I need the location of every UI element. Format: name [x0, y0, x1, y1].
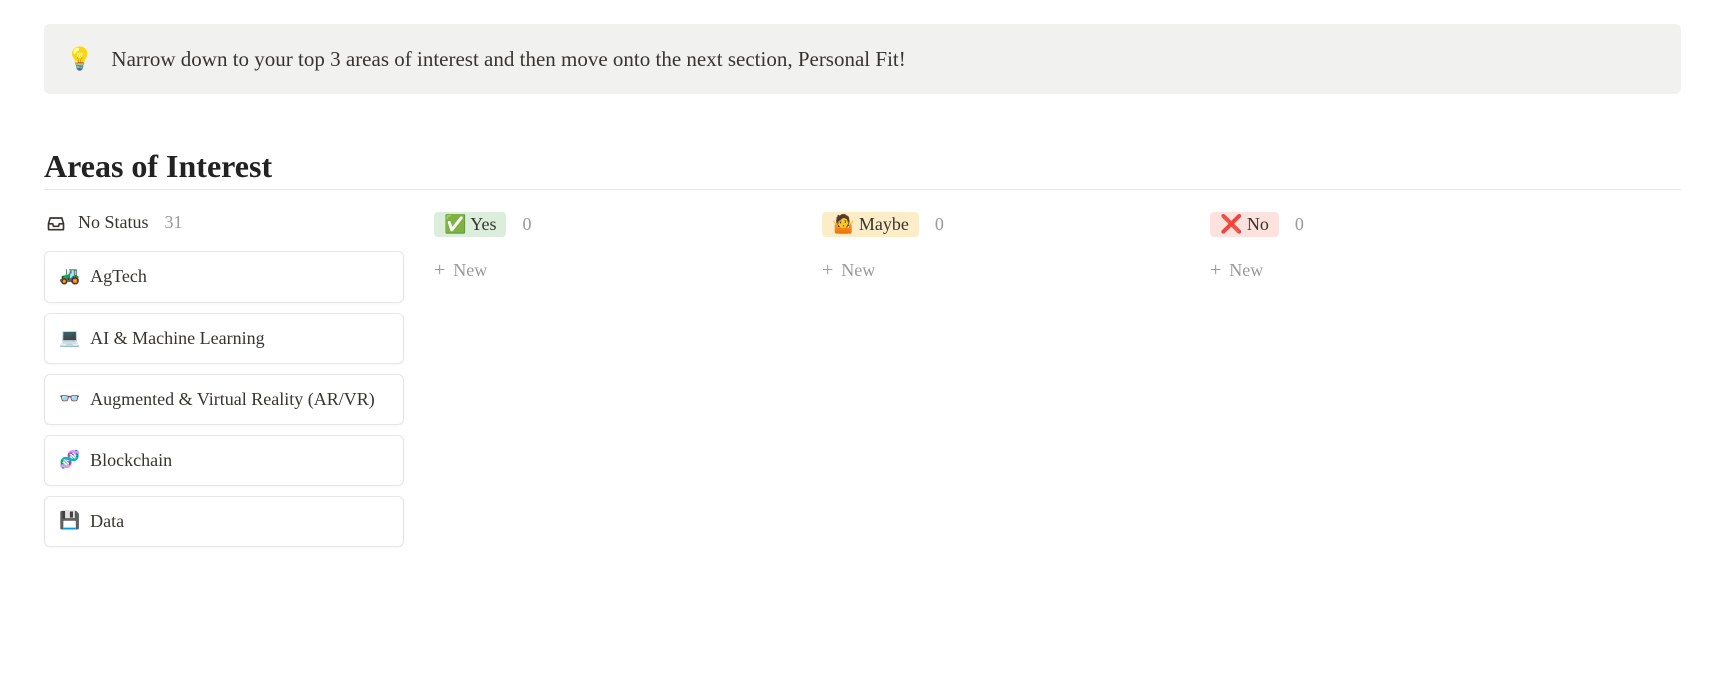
glasses-icon: 👓	[59, 387, 80, 411]
column-count: 0	[522, 214, 531, 235]
card-agtech[interactable]: 🚜 AgTech	[44, 251, 404, 302]
card-title: AI & Machine Learning	[90, 326, 264, 351]
column-label: No	[1247, 214, 1269, 234]
floppy-icon: 💾	[59, 509, 80, 533]
column-no: ❌ No 0 + New	[1208, 212, 1568, 557]
page-title: Areas of Interest	[44, 148, 1681, 185]
tag-maybe: 🤷 Maybe	[822, 212, 919, 237]
column-header-no[interactable]: ❌ No 0	[1208, 212, 1568, 237]
kanban-board: No Status 31 🚜 AgTech 💻 AI & Machine Lea…	[44, 189, 1681, 557]
check-icon: ✅	[444, 214, 466, 234]
new-label: New	[453, 260, 487, 281]
add-new-yes[interactable]: + New	[432, 255, 792, 286]
column-count: 0	[935, 214, 944, 235]
laptop-icon: 💻	[59, 326, 80, 350]
inbox-icon	[46, 213, 66, 233]
column-count: 31	[165, 212, 183, 233]
card-title: Augmented & Virtual Reality (AR/VR)	[90, 387, 375, 412]
tractor-icon: 🚜	[59, 264, 80, 288]
shrug-icon: 🤷	[832, 214, 854, 234]
add-new-no[interactable]: + New	[1208, 255, 1568, 286]
column-no-status: No Status 31 🚜 AgTech 💻 AI & Machine Lea…	[44, 212, 404, 557]
card-data[interactable]: 💾 Data	[44, 496, 404, 547]
lightbulb-icon: 💡	[66, 46, 93, 72]
callout: 💡 Narrow down to your top 3 areas of int…	[44, 24, 1681, 94]
card-title: Data	[90, 509, 124, 534]
column-yes: ✅ Yes 0 + New	[432, 212, 792, 557]
plus-icon: +	[822, 259, 833, 282]
column-label: Maybe	[859, 214, 909, 234]
plus-icon: +	[1210, 259, 1221, 282]
card-title: AgTech	[90, 264, 147, 289]
column-header-yes[interactable]: ✅ Yes 0	[432, 212, 792, 237]
column-header-no-status[interactable]: No Status 31	[44, 212, 404, 233]
card-title: Blockchain	[90, 448, 172, 473]
column-maybe: 🤷 Maybe 0 + New	[820, 212, 1180, 557]
column-label: No Status	[78, 212, 149, 233]
column-count: 0	[1295, 214, 1304, 235]
add-new-maybe[interactable]: + New	[820, 255, 1180, 286]
dna-icon: 🧬	[59, 448, 80, 472]
callout-text: Narrow down to your top 3 areas of inter…	[111, 44, 905, 74]
plus-icon: +	[434, 259, 445, 282]
card-ar-vr[interactable]: 👓 Augmented & Virtual Reality (AR/VR)	[44, 374, 404, 425]
column-label: Yes	[470, 214, 496, 234]
new-label: New	[1229, 260, 1263, 281]
card-blockchain[interactable]: 🧬 Blockchain	[44, 435, 404, 486]
new-label: New	[841, 260, 875, 281]
column-header-maybe[interactable]: 🤷 Maybe 0	[820, 212, 1180, 237]
tag-no: ❌ No	[1210, 212, 1279, 237]
tag-yes: ✅ Yes	[434, 212, 506, 237]
x-icon: ❌	[1220, 214, 1242, 234]
card-ai-ml[interactable]: 💻 AI & Machine Learning	[44, 313, 404, 364]
